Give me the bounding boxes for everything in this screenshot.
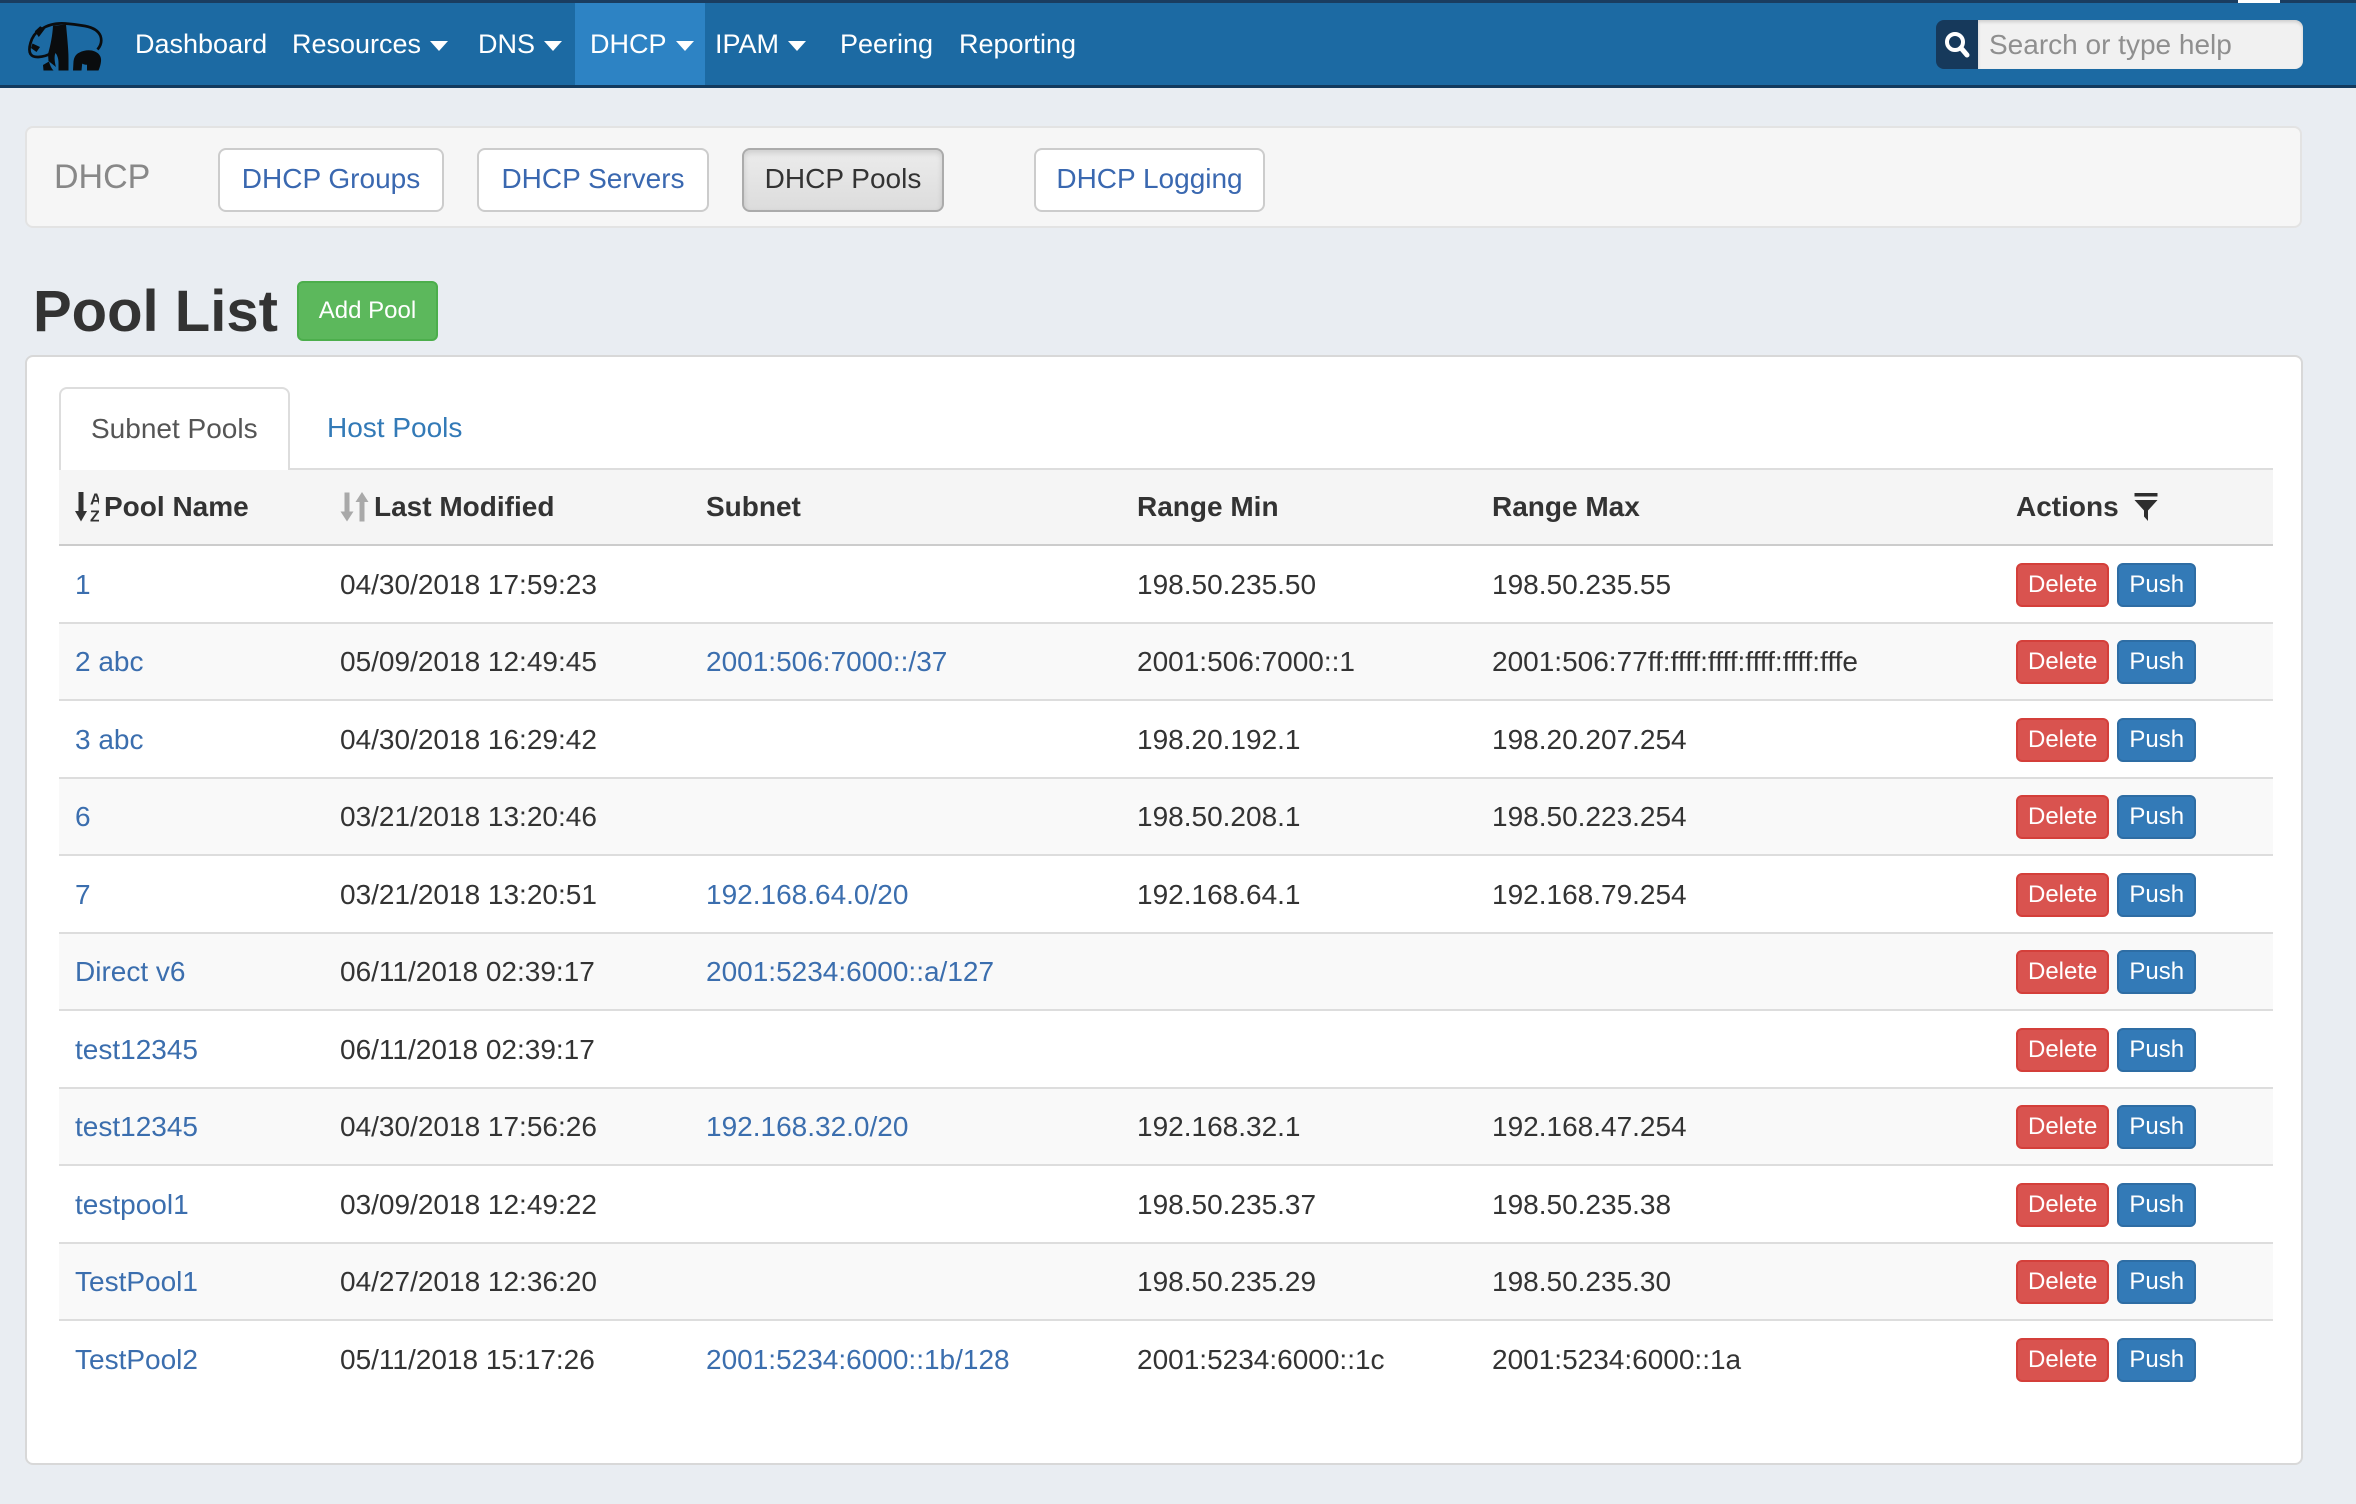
svg-text:A: A — [90, 492, 99, 509]
svg-text:Z: Z — [90, 509, 99, 523]
